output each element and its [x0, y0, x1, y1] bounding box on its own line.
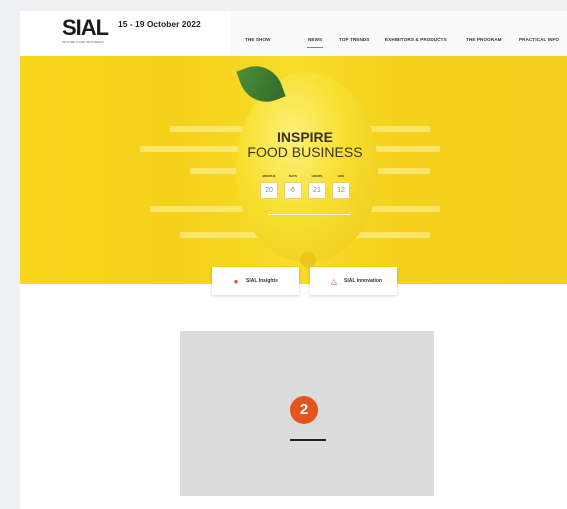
hero-banner: INSPIRE FOOD BUSINESS MONTHS DAYS HOURS … [20, 56, 567, 284]
step-badge: 2 [290, 396, 318, 424]
nav-item-practical-info[interactable]: PRACTICAL INFO [519, 37, 559, 42]
countdown-label-months: MONTHS [262, 174, 276, 178]
countdown-label-days: DAYS [288, 174, 298, 178]
countdown-hours: 21 [308, 182, 326, 199]
hero-title: INSPIRE FOOD BUSINESS [210, 130, 400, 160]
main-nav: THE SHOW NEWS TOP TRENDS EXHIBITORS & PR… [231, 11, 567, 56]
nav-item-the-program[interactable]: THE PROGRAM [466, 37, 502, 42]
sial-logo[interactable]: SIAL [62, 17, 109, 39]
hero-title-line1: INSPIRE [276, 129, 333, 145]
countdown-months: 20 [260, 182, 278, 199]
sial-innovation-button[interactable]: △ SIAL Innovation [310, 267, 397, 295]
event-dates: 15 - 19 October 2022 [118, 19, 201, 29]
hero-divider [268, 214, 350, 215]
countdown-label-hours: HOURS [311, 174, 323, 178]
page: SIAL INSPIRE FOOD BUSINESS 15 - 19 Octob… [20, 11, 567, 509]
sial-insights-label: SIAL Insights [246, 278, 278, 284]
nav-item-exhibitors-products[interactable]: EXHIBITORS & PRODUCTS [385, 37, 447, 42]
sial-innovation-label: SIAL Innovation [344, 278, 382, 284]
nav-item-the-show[interactable]: THE SHOW [245, 37, 271, 42]
countdown-label-min: MIN [338, 174, 344, 178]
header-brand: SIAL INSPIRE FOOD BUSINESS 15 - 19 Octob… [20, 11, 231, 56]
countdown-days: 6 [284, 182, 302, 199]
lightbulb-icon: ● [233, 276, 239, 286]
countdown: 20 6 21 12 [260, 182, 352, 200]
placeholder-underline [290, 439, 326, 441]
hero-title-line2: FOOD BUSINESS [247, 144, 363, 160]
innovation-icon: △ [330, 276, 338, 286]
nav-item-top-trends[interactable]: TOP TRENDS [339, 37, 369, 42]
sial-insights-button[interactable]: ● SIAL Insights [212, 267, 299, 295]
countdown-labels: MONTHS DAYS HOURS MIN [260, 174, 352, 180]
countdown-min: 12 [332, 182, 350, 199]
nav-item-news[interactable]: NEWS [306, 37, 324, 48]
lemon-tip [300, 252, 316, 268]
logo-tagline: INSPIRE FOOD BUSINESS [62, 40, 104, 44]
